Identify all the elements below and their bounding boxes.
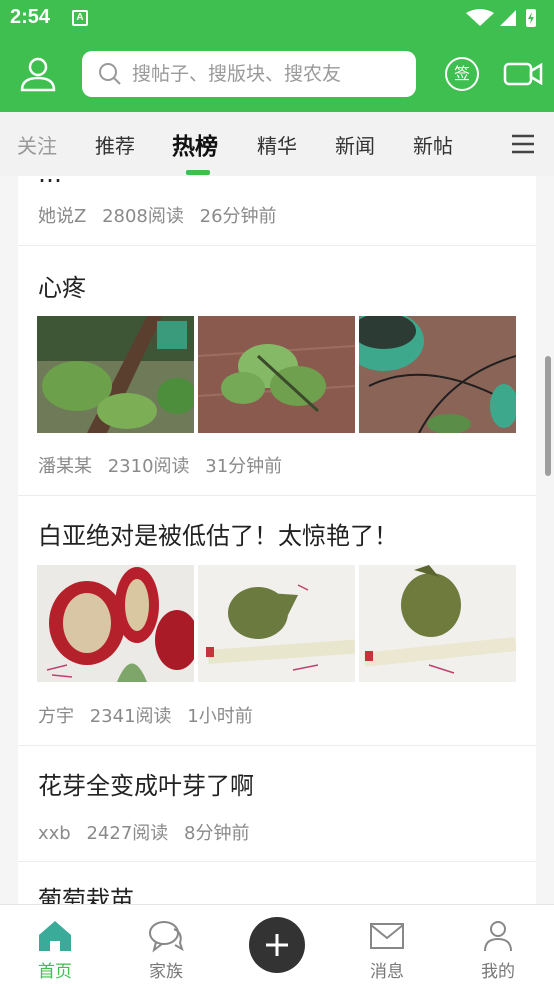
video-camera-icon[interactable] <box>503 58 543 90</box>
post-title: 白亚绝对是被低估了！太惊艳了！ <box>38 522 398 550</box>
nav-messages-label: 消息 <box>370 962 404 982</box>
bottom-nav: 首页 家族 消息 我的 <box>0 904 554 984</box>
home-icon <box>39 921 71 951</box>
mail-icon <box>370 923 404 949</box>
scrollbar[interactable] <box>545 356 551 476</box>
post-image[interactable] <box>198 316 355 433</box>
user-icon <box>484 921 512 952</box>
post-author: 方宇 <box>38 706 74 727</box>
post-title: … <box>38 176 62 188</box>
tab-follow[interactable]: 关注 <box>17 130 57 159</box>
post-read-count: 2808阅读 <box>102 206 184 227</box>
post-time: 1小时前 <box>187 706 253 727</box>
post-read-count: 2427阅读 <box>86 823 169 844</box>
post-item[interactable]: 葡萄栽苗 <box>18 862 536 904</box>
post-time: 31分钟前 <box>205 456 283 477</box>
post-image[interactable] <box>359 565 516 682</box>
post-image[interactable] <box>37 316 194 433</box>
post-feed[interactable]: … 她说Z 2808阅读 26分钟前 心疼 <box>18 176 536 904</box>
search-bar[interactable] <box>82 51 416 97</box>
post-meta: xxb 2427阅读 8分钟前 <box>38 819 259 845</box>
nav-me[interactable]: 我的 <box>458 915 538 982</box>
post-title: 心疼 <box>38 274 86 302</box>
post-time: 26分钟前 <box>199 206 277 227</box>
plus-icon <box>266 934 288 956</box>
post-read-count: 2310阅读 <box>107 456 190 477</box>
post-author: 潘某某 <box>38 456 92 477</box>
status-bar: 2:54 A <box>0 0 554 36</box>
active-tab-indicator <box>186 170 210 175</box>
tab-recommend[interactable]: 推荐 <box>95 130 135 159</box>
system-status-icons <box>466 9 536 27</box>
post-image[interactable] <box>198 565 355 682</box>
post-item[interactable]: 花芽全变成叶芽了啊 xxb 2427阅读 8分钟前 <box>18 746 536 862</box>
tab-new-posts[interactable]: 新帖 <box>413 130 453 159</box>
post-item[interactable]: 白亚绝对是被低估了！太惊艳了！ 方宇 2341阅读 1小时前 <box>18 496 536 746</box>
post-read-count: 2341阅读 <box>89 706 172 727</box>
search-input[interactable] <box>132 59 402 89</box>
create-post-button[interactable] <box>249 917 305 973</box>
post-meta: 潘某某 2310阅读 31分钟前 <box>38 452 292 478</box>
nav-messages[interactable]: 消息 <box>347 915 427 982</box>
signal-icon <box>500 10 516 26</box>
nav-home[interactable]: 首页 <box>15 915 95 982</box>
status-time: 2:54 <box>10 6 51 28</box>
checkin-button[interactable]: 签 <box>445 57 479 91</box>
nav-family-label: 家族 <box>149 962 183 982</box>
post-author: 她说Z <box>38 206 87 227</box>
nav-family[interactable]: 家族 <box>126 915 206 982</box>
post-meta: 方宇 2341阅读 1小时前 <box>38 702 263 728</box>
notification-icon: A <box>72 10 88 26</box>
app-header: 签 <box>0 36 554 112</box>
category-tabs: 关注 推荐 热榜 精华 新闻 新帖 <box>0 112 554 176</box>
post-time: 8分钟前 <box>184 823 250 844</box>
tab-hot-list[interactable]: 热榜 <box>172 127 218 161</box>
post-meta: 她说Z 2808阅读 26分钟前 <box>38 202 287 228</box>
tab-news[interactable]: 新闻 <box>335 130 375 159</box>
nav-me-label: 我的 <box>481 962 515 982</box>
post-author: xxb <box>38 823 71 844</box>
post-item[interactable]: 心疼 潘某某 2310阅读 31分钟前 <box>18 246 536 496</box>
post-image[interactable] <box>37 565 194 682</box>
chat-icon <box>149 921 184 953</box>
wifi-icon <box>466 9 494 26</box>
menu-icon[interactable] <box>510 132 536 156</box>
nav-home-label: 首页 <box>38 962 72 982</box>
profile-icon[interactable] <box>18 54 58 94</box>
post-item[interactable]: … 她说Z 2808阅读 26分钟前 <box>18 176 536 246</box>
post-image[interactable] <box>359 316 516 433</box>
tab-featured[interactable]: 精华 <box>257 130 297 159</box>
search-icon <box>99 63 121 85</box>
post-title: 花芽全变成叶芽了啊 <box>38 772 254 800</box>
post-title: 葡萄栽苗 <box>38 886 134 904</box>
